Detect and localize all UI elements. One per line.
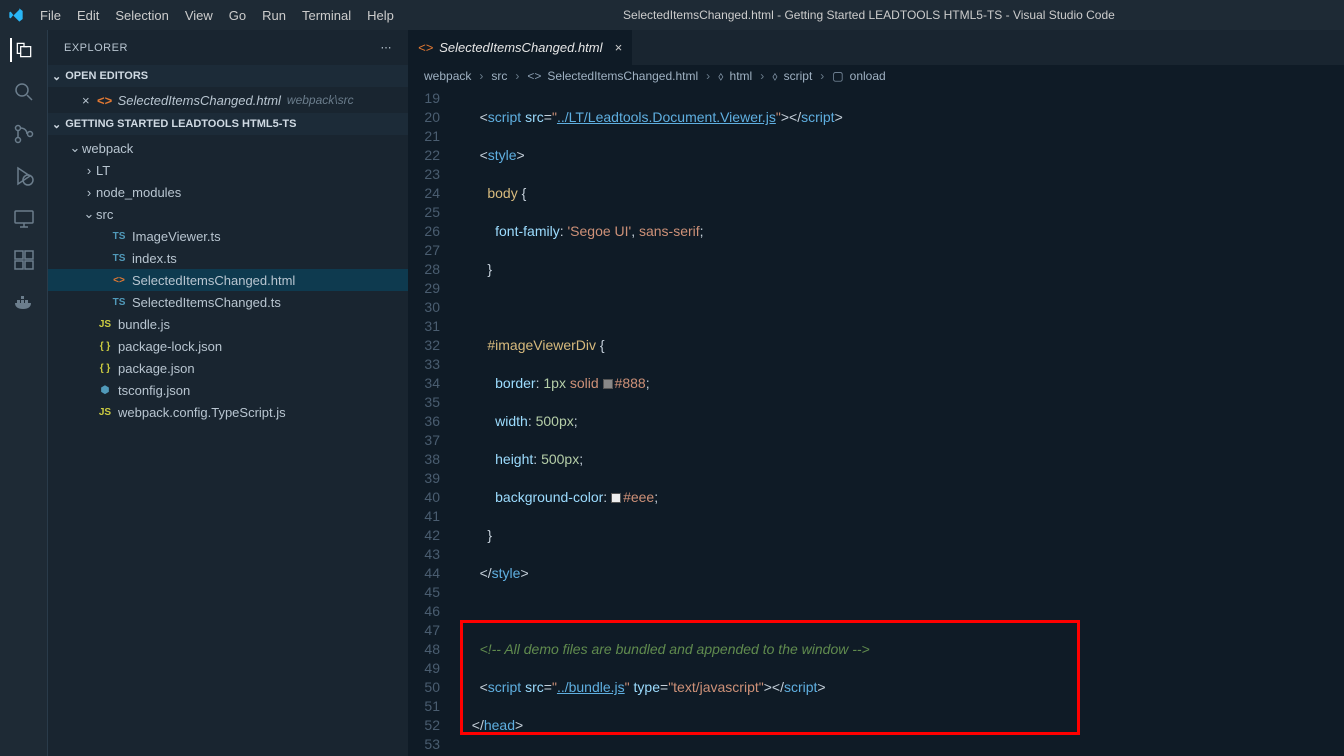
close-icon[interactable]: × (615, 40, 623, 55)
menu-file[interactable]: File (32, 8, 69, 23)
tree-item-bundle-js[interactable]: JSbundle.js (48, 313, 408, 335)
window-title: SelectedItemsChanged.html - Getting Star… (402, 8, 1336, 22)
tab-label: SelectedItemsChanged.html (439, 40, 602, 55)
tree-item-webpack-config-typescript-js[interactable]: JSwebpack.config.TypeScript.js (48, 401, 408, 423)
search-icon[interactable] (12, 80, 36, 104)
tree-item-lt[interactable]: ›LT (48, 159, 408, 181)
breadcrumb-item[interactable]: html (730, 69, 753, 83)
menubar: File Edit Selection View Go Run Terminal… (32, 8, 402, 23)
title-bar: File Edit Selection View Go Run Terminal… (0, 0, 1344, 30)
vscode-icon (8, 7, 24, 23)
open-editor-label: SelectedItemsChanged.html (118, 93, 281, 108)
open-editors-header[interactable]: ⌄ OPEN EDITORS (48, 65, 408, 87)
tree-item-node-modules[interactable]: ›node_modules (48, 181, 408, 203)
menu-help[interactable]: Help (359, 8, 402, 23)
tree-item-package-lock-json[interactable]: { }package-lock.json (48, 335, 408, 357)
extensions-icon[interactable] (12, 248, 36, 272)
menu-edit[interactable]: Edit (69, 8, 107, 23)
breadcrumb-item[interactable]: src (491, 69, 507, 83)
activity-bar (0, 30, 48, 756)
html-icon: <> (418, 40, 433, 55)
tab-selecteditemschanged[interactable]: <> SelectedItemsChanged.html × (408, 30, 632, 65)
menu-terminal[interactable]: Terminal (294, 8, 359, 23)
explorer-title: EXPLORER (64, 42, 128, 54)
tab-bar: <> SelectedItemsChanged.html × (408, 30, 1344, 65)
explorer-icon[interactable] (10, 38, 34, 62)
tree-item-index-ts[interactable]: TSindex.ts (48, 247, 408, 269)
editor: <> SelectedItemsChanged.html × webpack› … (408, 30, 1344, 756)
more-icon[interactable]: ⋯ (381, 41, 393, 54)
tree-item-webpack[interactable]: ⌄webpack (48, 137, 408, 159)
chevron-down-icon: ⌄ (52, 118, 61, 131)
chevron-down-icon: ⌄ (52, 70, 61, 83)
breadcrumb-item[interactable]: webpack (424, 69, 471, 83)
breadcrumb-item[interactable]: script (784, 69, 813, 83)
open-editor-item[interactable]: × <> SelectedItemsChanged.html webpack\s… (48, 89, 408, 111)
tree-item-src[interactable]: ⌄src (48, 203, 408, 225)
file-tree: ⌄webpack›LT›node_modules⌄srcTSImageViewe… (48, 135, 408, 425)
menu-go[interactable]: Go (221, 8, 254, 23)
tree-item-package-json[interactable]: { }package.json (48, 357, 408, 379)
line-gutter: 1920212223242526272829303132333435363738… (408, 87, 456, 756)
tree-item-imageviewer-ts[interactable]: TSImageViewer.ts (48, 225, 408, 247)
breadcrumb-item[interactable]: onload (850, 69, 886, 83)
source-control-icon[interactable] (12, 122, 36, 146)
sidebar: EXPLORER ⋯ ⌄ OPEN EDITORS × <> SelectedI… (48, 30, 408, 756)
code-area[interactable]: 1920212223242526272829303132333435363738… (408, 87, 1344, 756)
breadcrumb[interactable]: webpack› src› <>SelectedItemsChanged.htm… (408, 65, 1344, 87)
menu-selection[interactable]: Selection (107, 8, 176, 23)
breadcrumb-item[interactable]: SelectedItemsChanged.html (547, 69, 698, 83)
html-icon: <> (96, 93, 114, 108)
menu-run[interactable]: Run (254, 8, 294, 23)
remote-icon[interactable] (12, 206, 36, 230)
sidebar-header: EXPLORER ⋯ (48, 30, 408, 65)
code-content[interactable]: <script src="../LT/Leadtools.Document.Vi… (456, 87, 1344, 756)
tree-item-tsconfig-json[interactable]: ⬢tsconfig.json (48, 379, 408, 401)
project-header[interactable]: ⌄ GETTING STARTED LEADTOOLS HTML5-TS (48, 113, 408, 135)
open-editor-path: webpack\src (287, 93, 354, 107)
close-icon[interactable]: × (82, 93, 90, 108)
tree-item-selecteditemschanged-html[interactable]: <>SelectedItemsChanged.html (48, 269, 408, 291)
run-debug-icon[interactable] (12, 164, 36, 188)
menu-view[interactable]: View (177, 8, 221, 23)
project-label: GETTING STARTED LEADTOOLS HTML5-TS (65, 118, 296, 130)
open-editors-label: OPEN EDITORS (65, 70, 148, 82)
docker-icon[interactable] (12, 290, 36, 314)
tree-item-selecteditemschanged-ts[interactable]: TSSelectedItemsChanged.ts (48, 291, 408, 313)
